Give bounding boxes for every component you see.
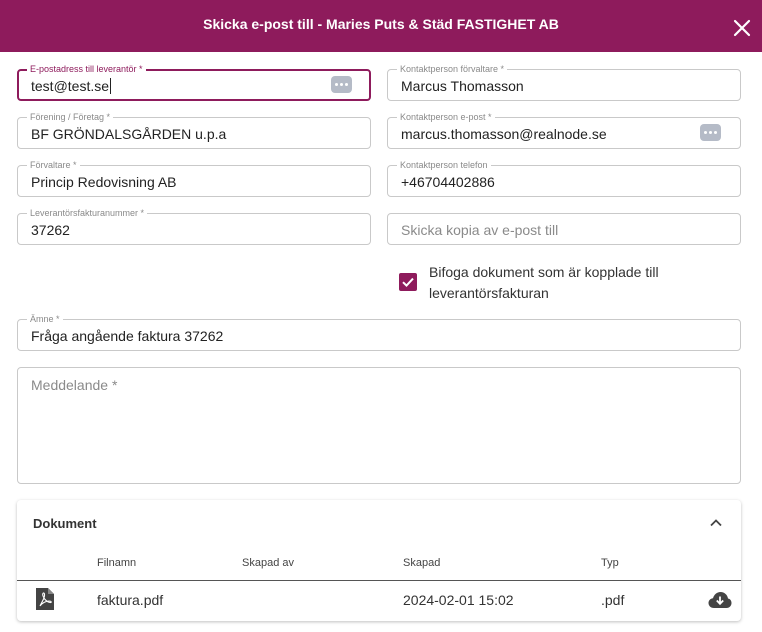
message-textarea[interactable]: Meddelande *: [17, 367, 741, 484]
column-header-filename[interactable]: Filnamn: [97, 557, 136, 569]
contact-email-value: marcus.thomasson@realnode.se: [401, 126, 607, 142]
document-type: .pdf: [601, 592, 625, 608]
supplier-email-field[interactable]: E-postadress till leverantör * test@test…: [17, 63, 371, 101]
documents-title: Dokument: [33, 516, 97, 531]
column-header-created[interactable]: Skapad: [403, 557, 440, 569]
contact-email-field[interactable]: Kontaktperson e-post * marcus.thomasson@…: [387, 111, 741, 149]
association-value: BF GRÖNDALSGÅRDEN u.p.a: [31, 126, 227, 142]
association-label: Förening / Företag *: [27, 111, 114, 123]
manager-value: Princip Redovisning AB: [31, 174, 177, 190]
cc-email-input[interactable]: Skicka kopia av e-post till: [387, 213, 741, 245]
autofill-key-icon[interactable]: [331, 76, 352, 93]
association-field[interactable]: Förening / Företag * BF GRÖNDALSGÅRDEN u…: [17, 111, 371, 149]
dialog-title: Skicka e-post till - Maries Puts & Städ …: [203, 16, 559, 32]
documents-panel: Dokument Filnamn Skapad av Skapad Typ fa…: [17, 500, 741, 621]
contact-phone-field[interactable]: Kontaktperson telefon +46704402886: [387, 159, 741, 197]
autofill-key-icon[interactable]: [700, 124, 721, 141]
contact-phone-value: +46704402886: [401, 174, 495, 190]
cc-email-placeholder: Skicka kopia av e-post till: [401, 222, 559, 238]
contact-manager-field[interactable]: Kontaktperson förvaltare * Marcus Thomas…: [387, 63, 741, 101]
contact-phone-label: Kontaktperson telefon: [397, 159, 491, 171]
subject-label: Ämne *: [27, 313, 63, 325]
column-header-created-by[interactable]: Skapad av: [242, 557, 294, 569]
checkmark-icon: [402, 277, 414, 288]
subject-value: Fråga angående faktura 37262: [31, 328, 224, 344]
message-placeholder: Meddelande *: [31, 377, 118, 393]
document-filename[interactable]: faktura.pdf: [97, 592, 163, 608]
attach-documents-label: Bifoga dokument som är kopplade till lev…: [429, 264, 659, 301]
column-header-type[interactable]: Typ: [601, 557, 619, 569]
supplier-email-value: test@test.se: [31, 78, 110, 94]
contact-manager-value: Marcus Thomasson: [401, 78, 524, 94]
subject-field[interactable]: Ämne * Fråga angående faktura 37262: [17, 313, 741, 351]
manager-field[interactable]: Förvaltare * Princip Redovisning AB: [17, 159, 371, 197]
invoice-number-field[interactable]: Leverantörsfakturanummer * 37262: [17, 207, 371, 245]
chevron-up-icon[interactable]: [709, 516, 723, 530]
pdf-file-icon: [36, 588, 54, 610]
contact-manager-label: Kontaktperson förvaltare *: [397, 63, 508, 75]
invoice-number-value: 37262: [31, 222, 70, 238]
attach-documents-checkbox[interactable]: [399, 273, 417, 291]
contact-email-label: Kontaktperson e-post *: [397, 111, 495, 123]
supplier-email-label: E-postadress till leverantör *: [27, 63, 146, 75]
invoice-number-label: Leverantörsfakturanummer *: [27, 207, 148, 219]
table-header-divider: [17, 580, 741, 581]
manager-label: Förvaltare *: [27, 159, 80, 171]
cloud-download-icon[interactable]: [708, 591, 732, 609]
close-icon[interactable]: [731, 17, 753, 39]
document-created: 2024-02-01 15:02: [403, 592, 514, 608]
text-cursor: [110, 78, 112, 94]
dialog-header: Skicka e-post till - Maries Puts & Städ …: [0, 0, 762, 52]
